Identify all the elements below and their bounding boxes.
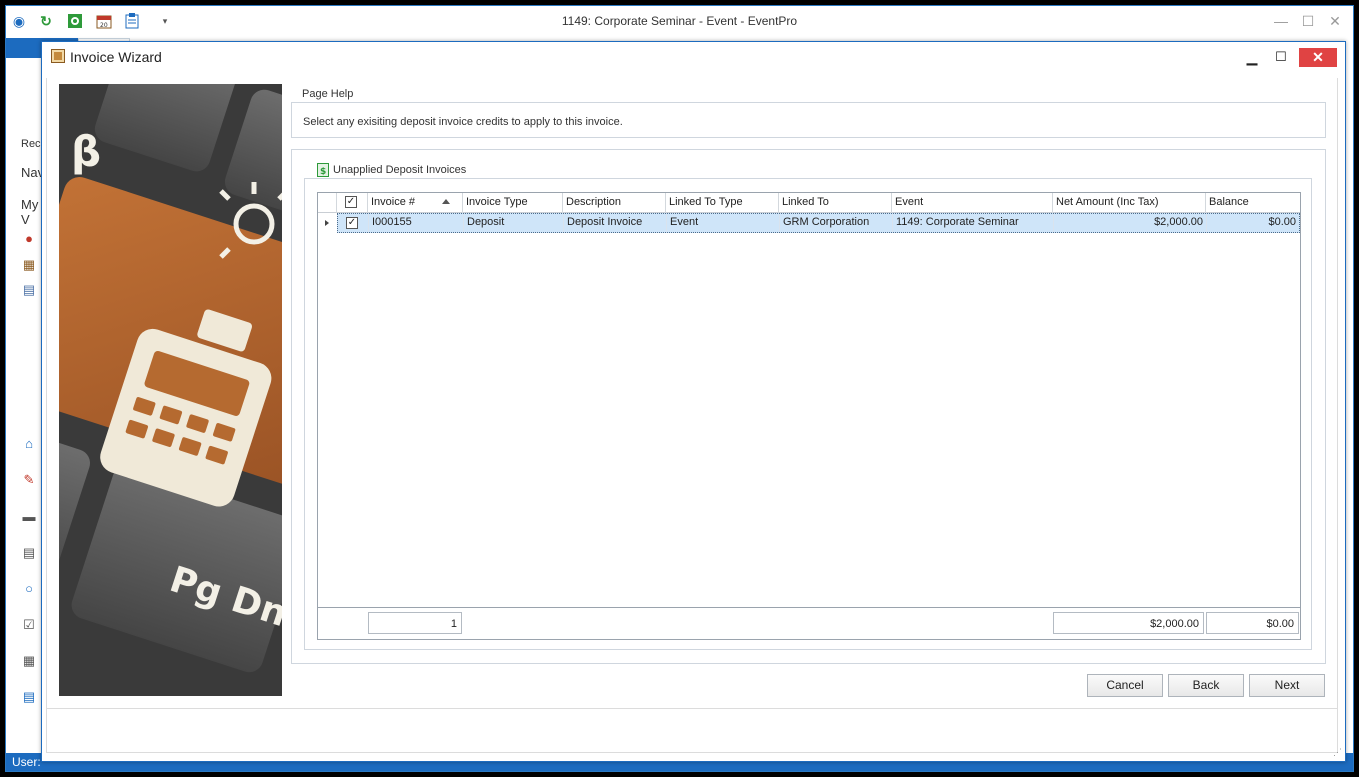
- cell-invoice-number[interactable]: I000155: [369, 214, 464, 232]
- page-help-legend: Page Help: [299, 88, 357, 100]
- page-help-text: Select any exisiting deposit invoice cre…: [303, 116, 623, 128]
- calculator-icon[interactable]: ▦: [21, 653, 37, 669]
- report-icon[interactable]: ▤: [21, 545, 37, 561]
- dialog-inner-border: [46, 78, 47, 753]
- calendar-nav-icon[interactable]: ▦: [21, 257, 37, 273]
- dialog-inner-border: [1337, 78, 1338, 753]
- home-icon[interactable]: ⌂: [21, 436, 37, 452]
- dialog-close-button[interactable]: ✕: [1299, 48, 1337, 67]
- sort-ascending-icon: [442, 199, 450, 204]
- invoice-wizard-icon: [51, 49, 65, 63]
- status-user: User:: [12, 755, 41, 769]
- app-maximize-button[interactable]: ☐: [1298, 12, 1318, 30]
- column-header-event[interactable]: Event: [892, 193, 1053, 213]
- table-row[interactable]: ✓ I000155 Deposit Deposit Invoice Event …: [337, 213, 1300, 233]
- column-header-description[interactable]: Description: [563, 193, 666, 213]
- navigation-pane: Rec Nav My V ● ▦ ▤ ⌂ ✎ ▬ ▤ ○ ☑ ▦ ▤: [6, 58, 46, 758]
- card-icon[interactable]: ▬: [21, 509, 37, 525]
- dialog-inner-border: [46, 752, 1338, 753]
- dialog-separator: [46, 708, 1338, 709]
- grid-header: ✓ Invoice # Invoice Type Description Lin…: [318, 193, 1300, 213]
- footer-balance-total: $0.00: [1206, 612, 1299, 634]
- checklist-icon[interactable]: ☑: [21, 617, 37, 633]
- app-minimize-button[interactable]: —: [1271, 12, 1291, 30]
- cell-invoice-type[interactable]: Deposit: [464, 214, 564, 232]
- dialog-title: Invoice Wizard: [70, 49, 162, 65]
- dialog-minimize-button[interactable]: ▁: [1243, 49, 1261, 65]
- app-close-button[interactable]: ✕: [1325, 12, 1345, 30]
- app-titlebar: ◉ ↻ 20 ▾ 1149: Corporate Seminar - Event…: [6, 6, 1353, 36]
- deposit-invoices-grid[interactable]: ✓ Invoice # Invoice Type Description Lin…: [317, 192, 1301, 640]
- beta-key-label: β: [71, 127, 101, 176]
- column-header-net-amount[interactable]: Net Amount (Inc Tax): [1053, 193, 1206, 213]
- money-icon: $: [317, 163, 329, 177]
- footer-count: 1: [368, 612, 462, 634]
- column-header-balance[interactable]: Balance: [1206, 193, 1300, 213]
- cell-linked-to[interactable]: GRM Corporation: [780, 214, 893, 232]
- invoice-wizard-dialog: Invoice Wizard ▁ ☐ ✕ β Pg Dn Page Help S…: [41, 41, 1346, 762]
- cell-linked-to-type[interactable]: Event: [667, 214, 780, 232]
- cell-balance[interactable]: $0.00: [1207, 214, 1299, 232]
- cell-description[interactable]: Deposit Invoice: [564, 214, 667, 232]
- unapplied-deposits-title: Unapplied Deposit Invoices: [333, 164, 467, 176]
- dialog-titlebar: Invoice Wizard ▁ ☐ ✕: [42, 42, 1345, 72]
- resize-grip-icon[interactable]: ⋰: [1333, 747, 1342, 758]
- back-button[interactable]: Back: [1168, 674, 1244, 697]
- grid-footer: 1 $2,000.00 $0.00: [318, 607, 1300, 639]
- cell-event[interactable]: 1149: Corporate Seminar: [893, 214, 1054, 232]
- document-icon[interactable]: ▤: [21, 282, 37, 298]
- column-header-invoice-type[interactable]: Invoice Type: [463, 193, 563, 213]
- notes-icon[interactable]: ▤: [21, 689, 37, 705]
- column-header-linked-to[interactable]: Linked To: [779, 193, 892, 213]
- nav-rec-label: Rec: [21, 138, 41, 150]
- svg-text:$: $: [320, 167, 326, 177]
- row-checkbox[interactable]: ✓: [346, 217, 358, 229]
- person-icon[interactable]: ●: [21, 231, 37, 247]
- cell-net-amount[interactable]: $2,000.00: [1054, 214, 1207, 232]
- current-row-indicator-icon: [325, 220, 329, 226]
- column-header-invoice-number[interactable]: Invoice #: [368, 193, 463, 213]
- cancel-button[interactable]: Cancel: [1087, 674, 1163, 697]
- select-all-checkbox[interactable]: ✓: [345, 196, 357, 208]
- dialog-maximize-button[interactable]: ☐: [1272, 49, 1290, 65]
- chat-icon[interactable]: ○: [21, 581, 37, 597]
- row-select-cell[interactable]: ✓: [338, 214, 369, 232]
- unapplied-deposits-legend: $ Unapplied Deposit Invoices: [314, 163, 470, 177]
- next-button[interactable]: Next: [1249, 674, 1325, 697]
- row-indicator-header: [318, 193, 337, 213]
- select-all-header[interactable]: ✓: [337, 193, 368, 213]
- column-header-linked-to-type[interactable]: Linked To Type: [666, 193, 779, 213]
- app-title: 1149: Corporate Seminar - Event - EventP…: [561, 14, 798, 28]
- wizard-side-image: β Pg Dn E: [59, 84, 282, 696]
- pin-icon[interactable]: ✎: [21, 472, 37, 488]
- footer-net-amount-total: $2,000.00: [1053, 612, 1204, 634]
